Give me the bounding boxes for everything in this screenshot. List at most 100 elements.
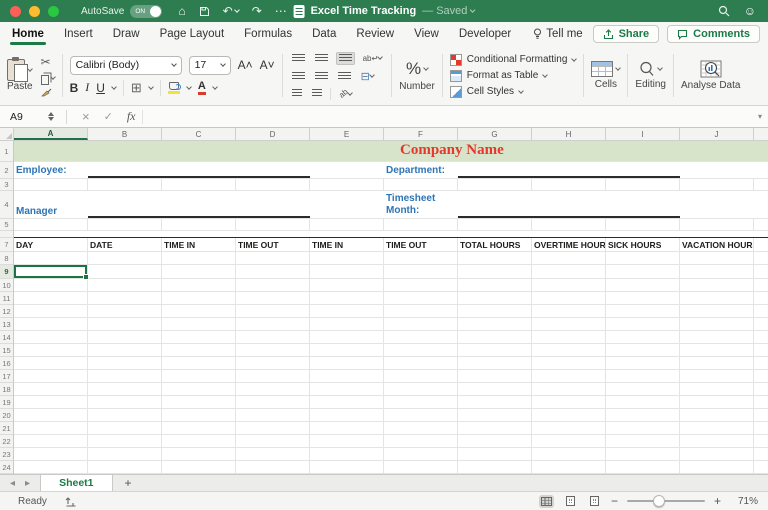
cell[interactable] (310, 292, 384, 304)
cell[interactable] (310, 396, 384, 408)
row-header[interactable]: 4 (0, 191, 13, 219)
cell[interactable] (384, 305, 458, 317)
cell[interactable] (14, 252, 88, 264)
italic-button[interactable]: I (85, 80, 89, 95)
table-header-cell[interactable]: DAY (14, 238, 88, 251)
cell[interactable] (236, 179, 310, 190)
cell[interactable] (236, 318, 310, 330)
manager-label-cell[interactable]: Manager (14, 191, 88, 218)
row-header-selected[interactable]: 9 (0, 265, 13, 279)
cell[interactable] (532, 305, 606, 317)
cell[interactable] (532, 252, 606, 264)
cell[interactable] (310, 370, 384, 382)
prev-sheet-icon[interactable]: ◂ (10, 478, 15, 489)
row-header[interactable]: 3 (0, 179, 13, 191)
table-header-cell[interactable]: TIME IN (162, 238, 236, 251)
normal-view-button[interactable] (539, 495, 554, 508)
increase-font-button[interactable]: A˄ (238, 58, 253, 72)
cell[interactable] (236, 383, 310, 395)
row-header[interactable]: 14 (0, 331, 13, 344)
cut-button[interactable]: ✂ (41, 55, 55, 69)
cell[interactable] (606, 265, 680, 278)
cell[interactable] (88, 344, 162, 356)
cell[interactable] (14, 318, 88, 330)
cell[interactable] (680, 162, 754, 178)
cell[interactable] (88, 219, 162, 230)
cell[interactable] (162, 357, 236, 369)
cell[interactable] (606, 396, 680, 408)
align-middle-button[interactable] (313, 53, 330, 64)
cell[interactable] (458, 435, 532, 447)
table-header-cell[interactable]: VACATION HOURS (680, 238, 754, 251)
column-header[interactable]: B (88, 128, 162, 140)
cell[interactable] (14, 422, 88, 434)
cell[interactable] (606, 279, 680, 291)
redo-button[interactable]: ↷ (252, 4, 262, 18)
autosave-toggle[interactable]: ON (130, 5, 162, 18)
cell[interactable] (754, 265, 768, 278)
cell[interactable] (14, 305, 88, 317)
cell[interactable] (384, 252, 458, 264)
cell[interactable] (532, 331, 606, 343)
table-header-cell[interactable]: DATE (88, 238, 162, 251)
font-name-select[interactable]: Calibri (Body) (70, 56, 182, 75)
feedback-smiley-icon[interactable]: ☺ (744, 4, 756, 18)
fill-color-button[interactable] (168, 82, 180, 94)
page-layout-view-button[interactable] (563, 495, 578, 508)
cell[interactable] (606, 292, 680, 304)
cell[interactable] (458, 252, 532, 264)
cell[interactable] (162, 461, 236, 473)
cell[interactable] (88, 383, 162, 395)
row-header[interactable]: 23 (0, 448, 13, 461)
save-icon[interactable] (199, 6, 210, 17)
cell[interactable] (14, 409, 88, 421)
cell[interactable] (162, 331, 236, 343)
cell[interactable] (88, 265, 162, 278)
more-commands-button[interactable]: ⋯ (275, 4, 287, 18)
cell[interactable] (754, 396, 768, 408)
cell[interactable] (236, 279, 310, 291)
cell[interactable] (754, 422, 768, 434)
selected-cell-a9[interactable] (14, 265, 88, 278)
cell[interactable] (754, 435, 768, 447)
cell[interactable] (680, 344, 754, 356)
timesheet-month-input-cell[interactable] (458, 191, 680, 218)
cell[interactable] (606, 179, 680, 190)
column-header-partial[interactable] (754, 128, 768, 140)
cell[interactable] (754, 331, 768, 343)
ribbon-tab[interactable]: Insert (62, 24, 95, 44)
cell[interactable] (532, 370, 606, 382)
cell[interactable] (680, 279, 754, 291)
cell[interactable] (310, 162, 384, 178)
cell[interactable] (88, 461, 162, 473)
analyse-data-button[interactable]: Analyse Data (681, 60, 740, 91)
cell[interactable] (606, 331, 680, 343)
ribbon-tab[interactable]: Formulas (242, 24, 294, 44)
font-size-select[interactable]: 17 (189, 56, 231, 75)
cell[interactable] (14, 331, 88, 343)
column-header[interactable]: C (162, 128, 236, 140)
cell[interactable] (532, 344, 606, 356)
company-banner-row[interactable]: Company Name (14, 141, 768, 162)
cell[interactable] (680, 448, 754, 460)
cell[interactable] (236, 265, 310, 278)
cell[interactable] (88, 331, 162, 343)
cell[interactable] (88, 305, 162, 317)
cell[interactable] (532, 461, 606, 473)
cell[interactable] (532, 179, 606, 190)
row-header[interactable] (0, 231, 13, 238)
cell[interactable] (458, 292, 532, 304)
cell[interactable] (606, 435, 680, 447)
cell[interactable] (236, 252, 310, 264)
cell[interactable] (532, 318, 606, 330)
select-all-corner[interactable] (0, 128, 14, 140)
cell[interactable] (310, 383, 384, 395)
cell[interactable] (606, 422, 680, 434)
cell[interactable] (14, 292, 88, 304)
manager-input-cell[interactable] (88, 191, 310, 218)
cell[interactable] (14, 357, 88, 369)
cell[interactable] (88, 318, 162, 330)
search-icon[interactable] (718, 5, 730, 17)
cell[interactable] (606, 409, 680, 421)
cell[interactable] (310, 305, 384, 317)
